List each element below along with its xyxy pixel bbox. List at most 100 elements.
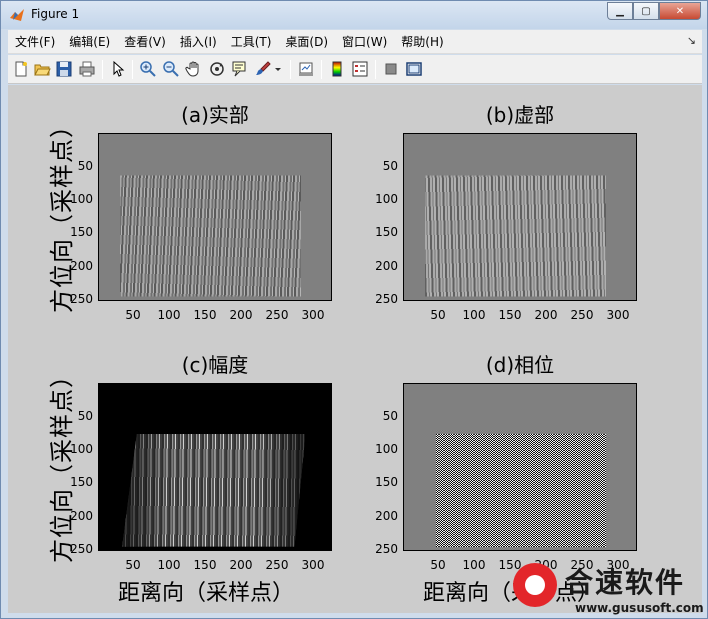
menu-tools[interactable]: 工具(T) (224, 31, 279, 53)
menu-file[interactable]: 文件(F) (8, 31, 62, 53)
maximize-button[interactable]: ▢ (633, 2, 659, 20)
y-tick: 50 (382, 159, 398, 173)
x-tick: 300 (301, 308, 325, 322)
brush-icon[interactable] (254, 60, 272, 78)
plot-b-axes[interactable] (403, 133, 637, 301)
toolbar-separator (290, 60, 291, 79)
phase-image (436, 433, 606, 547)
y-tick: 200 (70, 259, 93, 273)
toolbar-separator (132, 60, 133, 79)
site-watermark: 合速软件 www.gususoft.com (513, 561, 708, 619)
plot-c-axes[interactable] (98, 383, 332, 551)
brush-dropdown-icon[interactable] (273, 60, 283, 78)
print-icon[interactable] (78, 60, 96, 78)
link-plot-icon[interactable] (297, 60, 315, 78)
y-tick: 100 (375, 192, 398, 206)
insert-colorbar-icon[interactable] (328, 60, 346, 78)
save-icon[interactable] (55, 60, 73, 78)
menu-view[interactable]: 查看(V) (117, 31, 173, 53)
x-tick: 50 (430, 558, 446, 572)
y-tick: 50 (77, 159, 93, 173)
y-tick: 250 (375, 292, 398, 306)
menu-bar: 文件(F) 编辑(E) 查看(V) 插入(I) 工具(T) 桌面(D) 窗口(W… (8, 30, 702, 54)
x-tick: 100 (157, 558, 181, 572)
plot-c-title: (c)幅度 (181, 353, 249, 377)
x-tick: 300 (301, 558, 325, 572)
y-tick: 200 (375, 509, 398, 523)
menu-window[interactable]: 窗口(W) (335, 31, 394, 53)
window-controls: ▁ ▢ ✕ (607, 2, 701, 21)
watermark-url: www.gususoft.com (575, 601, 704, 615)
zoom-out-icon[interactable] (162, 60, 180, 78)
x-tick: 150 (193, 308, 217, 322)
dock-arrow-icon[interactable]: ↘ (687, 34, 696, 47)
x-tick: 200 (229, 558, 253, 572)
new-figure-icon[interactable] (12, 60, 30, 78)
plot-a-ylabel: 方位向（采样点） (48, 113, 76, 313)
pan-hand-icon[interactable] (185, 60, 203, 78)
figure-toolbar (8, 55, 702, 84)
y-tick: 100 (70, 442, 93, 456)
y-tick: 150 (70, 475, 93, 489)
open-file-icon[interactable] (33, 60, 51, 78)
plot-a-title: (a)实部 (181, 103, 249, 127)
x-tick: 200 (229, 308, 253, 322)
menu-insert[interactable]: 插入(I) (173, 31, 224, 53)
minimize-icon: ▁ (616, 5, 624, 17)
close-icon: ✕ (675, 5, 685, 17)
y-tick: 100 (70, 192, 93, 206)
zoom-in-icon[interactable] (139, 60, 157, 78)
y-tick: 50 (382, 409, 398, 423)
y-tick: 50 (77, 409, 93, 423)
show-plot-tools-icon[interactable] (405, 60, 423, 78)
plot-b-title: (b)虚部 (485, 103, 555, 127)
y-tick: 250 (70, 542, 93, 556)
y-tick: 200 (70, 509, 93, 523)
title-bar[interactable]: Figure 1 ▁ ▢ ✕ (1, 1, 707, 29)
plot-d-axes[interactable] (403, 383, 637, 551)
x-tick: 250 (570, 308, 594, 322)
toolbar-separator (102, 60, 103, 79)
watermark-logo (513, 563, 557, 607)
maximize-icon: ▢ (641, 5, 651, 17)
x-tick: 100 (157, 308, 181, 322)
plot-a-axes[interactable] (98, 133, 332, 301)
hide-plot-tools-icon[interactable] (382, 60, 400, 78)
plot-c-xlabel: 距离向（采样点） (118, 581, 295, 606)
x-tick: 150 (193, 558, 217, 572)
toolbar-separator (321, 60, 322, 79)
x-tick: 300 (606, 308, 630, 322)
x-tick: 100 (462, 308, 486, 322)
x-tick: 50 (430, 308, 446, 322)
y-tick: 150 (70, 225, 93, 239)
toolbar-separator (375, 60, 376, 79)
x-tick: 250 (265, 308, 289, 322)
y-tick: 250 (70, 292, 93, 306)
menu-desktop[interactable]: 桌面(D) (278, 31, 335, 53)
y-tick: 150 (375, 475, 398, 489)
edit-plot-arrow-icon[interactable] (109, 60, 127, 78)
plot-c-ylabel: 方位向（采样点） (48, 363, 76, 563)
amplitude-image (122, 433, 306, 547)
x-tick: 50 (125, 558, 141, 572)
close-button[interactable]: ✕ (659, 2, 701, 20)
menu-help[interactable]: 帮助(H) (394, 31, 450, 53)
figure-canvas[interactable]: (a)实部 方位向（采样点） 50 100 150 200 250 50 100… (8, 85, 702, 613)
x-tick: 200 (534, 308, 558, 322)
minimize-button[interactable]: ▁ (607, 2, 633, 20)
x-tick: 50 (125, 308, 141, 322)
data-cursor-icon[interactable] (231, 60, 249, 78)
x-tick: 150 (498, 308, 522, 322)
insert-legend-icon[interactable] (351, 60, 369, 78)
window-title: Figure 1 (31, 7, 80, 21)
x-tick: 250 (265, 558, 289, 572)
matlab-icon (10, 9, 24, 21)
plot-d-title: (d)相位 (485, 353, 555, 377)
rotate-3d-icon[interactable] (208, 60, 226, 78)
y-tick: 250 (375, 542, 398, 556)
menu-edit[interactable]: 编辑(E) (62, 31, 117, 53)
x-tick: 100 (462, 558, 486, 572)
y-tick: 100 (375, 442, 398, 456)
watermark-name: 合速软件 (565, 566, 686, 599)
figure-window: Figure 1 ▁ ▢ ✕ 文件(F) 编辑(E) 查看(V) 插入(I) 工… (0, 0, 708, 619)
